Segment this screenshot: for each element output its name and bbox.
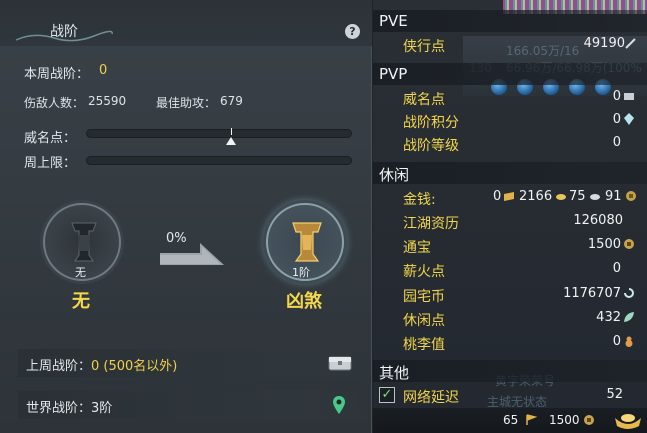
bottom-tongbao: 1500 bbox=[549, 413, 580, 427]
last-week-rank-row: 上周战阶：0 (500名以外) bbox=[18, 349, 358, 377]
gold-ingot-icon bbox=[504, 192, 514, 201]
damage-count-label: 伤敌人数： bbox=[24, 96, 85, 110]
money-value-silver: 75 bbox=[569, 189, 586, 204]
prestige-track bbox=[86, 129, 352, 138]
network-value: 52 bbox=[606, 387, 623, 402]
leisure-row-value: 1176707 bbox=[563, 286, 621, 301]
section-band bbox=[373, 10, 647, 32]
panel-header: 战阶 ? bbox=[0, 0, 372, 46]
leisure-row-label: 园宅币 bbox=[403, 289, 445, 305]
bottom-count: 65 bbox=[503, 413, 519, 427]
leisure-row: 园宅币 1176707 bbox=[373, 283, 637, 305]
pvp-row: 战阶等级 0 bbox=[373, 132, 637, 154]
section-band bbox=[373, 162, 647, 184]
best-assist-value: 679 bbox=[220, 94, 243, 108]
money-row: 金钱: 0 2166 75 91 bbox=[373, 186, 637, 208]
leisure-row: 薪火点 0 bbox=[373, 258, 637, 280]
pvp-row-value: 0 bbox=[612, 112, 621, 127]
tongbao-coin-icon bbox=[624, 239, 634, 249]
leaf-icon bbox=[624, 312, 634, 322]
location-pin-icon[interactable] bbox=[332, 395, 346, 415]
weekly-cap-label: 周上限： bbox=[24, 156, 77, 171]
leisure-row-label: 桃李值 bbox=[403, 337, 445, 353]
tongbao-coin-icon bbox=[584, 415, 594, 425]
pvp-row: 威名点 0 bbox=[373, 86, 637, 108]
copper-coin-icon bbox=[626, 191, 636, 201]
weekly-cap-track bbox=[86, 156, 352, 165]
pve-row-value: 49190 bbox=[583, 36, 625, 51]
gold-ingot-button-icon[interactable] bbox=[613, 410, 643, 430]
flag-icon bbox=[526, 414, 537, 425]
pvp-row-value: 0 bbox=[612, 89, 621, 104]
money-value-gold: 2166 bbox=[519, 189, 553, 204]
leisure-header: 休闲 bbox=[379, 166, 410, 184]
next-rank-sub: 1阶 bbox=[292, 266, 310, 279]
world-rank-text: 世界战阶：3阶 bbox=[26, 401, 113, 416]
panel-title: 战阶 bbox=[50, 24, 78, 40]
damage-count-value: 25590 bbox=[88, 94, 127, 108]
bottom-status-bar: 65 1500 bbox=[373, 408, 647, 433]
pvp-row-value: 0 bbox=[612, 135, 621, 150]
section-band bbox=[373, 360, 647, 382]
world-rank-row: 世界战阶：3阶 bbox=[18, 391, 358, 419]
pvp-header: PVP bbox=[379, 65, 408, 83]
current-rank-name: 无 bbox=[72, 291, 90, 312]
pvp-row-label: 威名点 bbox=[403, 92, 445, 108]
leisure-row-value: 432 bbox=[596, 310, 621, 325]
leisure-row-label: 休闲点 bbox=[403, 313, 445, 329]
leisure-row: 休闲点 432 bbox=[373, 307, 637, 329]
section-band bbox=[373, 63, 647, 85]
silver-ingot-icon bbox=[556, 194, 566, 200]
sword-icon bbox=[625, 38, 636, 49]
pve-row-label: 侠行点 bbox=[403, 39, 445, 55]
swirl-icon bbox=[624, 288, 634, 298]
pvp-row: 战阶积分 0 bbox=[373, 109, 637, 131]
pvp-row-label: 战阶等级 bbox=[403, 138, 459, 154]
pvp-row-label: 战阶积分 bbox=[403, 115, 459, 131]
currency-panel: 166.05万/16 66.96万/66.98万(100% 130 黄字荣荣号 … bbox=[373, 0, 647, 433]
pve-row: 侠行点 49190 bbox=[373, 33, 637, 55]
current-rank-sub: 无 bbox=[75, 266, 86, 279]
crystal-icon bbox=[624, 113, 634, 125]
gourd-icon bbox=[625, 336, 633, 347]
network-label: 网络延迟 bbox=[403, 390, 459, 406]
network-row: 网络延迟 52 bbox=[373, 384, 637, 406]
other-header: 其他 bbox=[379, 364, 410, 382]
leisure-row-label: 通宝 bbox=[403, 240, 431, 256]
prestige-label: 威名点： bbox=[24, 131, 77, 146]
money-label: 金钱: bbox=[403, 192, 436, 208]
best-assist-label: 最佳助攻： bbox=[156, 96, 217, 110]
chest-icon bbox=[624, 93, 634, 100]
pve-header: PVE bbox=[379, 12, 408, 30]
rank-panel: 战阶 ? 本周战阶： 0 伤敌人数： 25590 最佳助攻： 679 威名点： … bbox=[0, 0, 372, 433]
progress-arrow-icon bbox=[160, 243, 224, 265]
money-value-copper: 91 bbox=[605, 189, 622, 204]
prestige-marker bbox=[226, 137, 236, 145]
leisure-row-value: 0 bbox=[612, 334, 621, 349]
leisure-row: 通宝 1500 bbox=[373, 234, 637, 256]
leisure-row-label: 江湖资历 bbox=[403, 216, 459, 232]
leisure-row: 桃李值 0 bbox=[373, 331, 637, 353]
coin-icon bbox=[590, 194, 600, 200]
leisure-row-label: 薪火点 bbox=[403, 264, 445, 280]
leisure-row: 江湖资历 126080 bbox=[373, 210, 637, 232]
weekly-rank-value: 0 bbox=[99, 63, 108, 78]
leisure-row-value: 0 bbox=[612, 261, 621, 276]
chest-icon[interactable] bbox=[328, 354, 352, 372]
weekly-rank-label: 本周战阶： bbox=[24, 67, 90, 82]
next-rank-name: 凶煞 bbox=[286, 291, 322, 312]
money-value-zero: 0 bbox=[493, 189, 502, 204]
prestige-tick bbox=[231, 128, 232, 135]
help-button[interactable]: ? bbox=[345, 24, 360, 39]
leisure-row-value: 126080 bbox=[573, 213, 623, 228]
last-week-rank-text: 上周战阶：0 (500名以外) bbox=[26, 359, 178, 374]
leisure-row-value: 1500 bbox=[587, 237, 621, 252]
